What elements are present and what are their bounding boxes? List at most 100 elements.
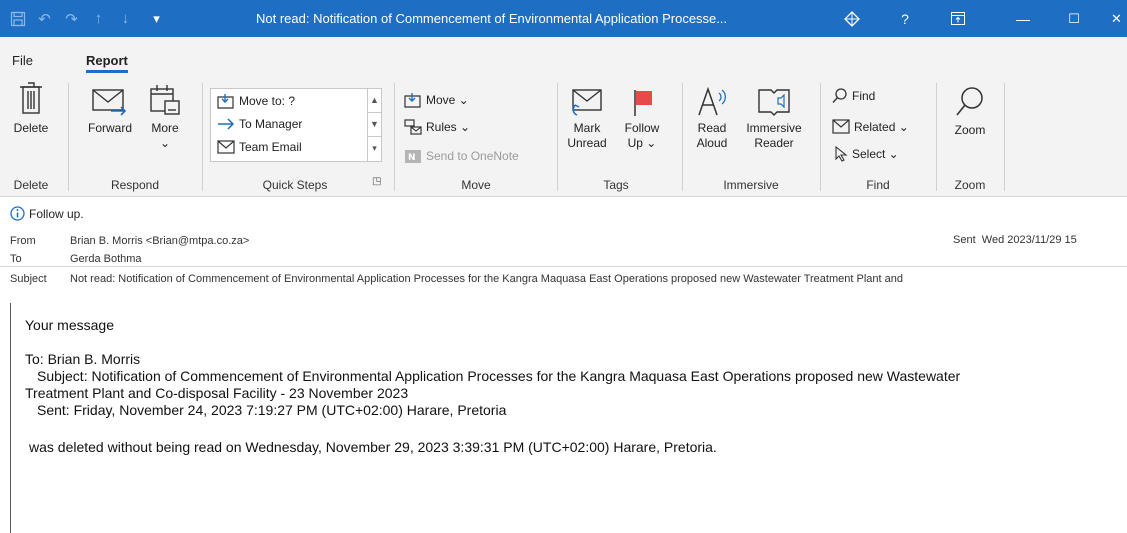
move-button[interactable]: Move ⌄ bbox=[404, 92, 469, 108]
subject-label: Subject bbox=[10, 273, 47, 285]
sent-date: Wed 2023/11/29 15 bbox=[981, 234, 1077, 246]
onenote-icon: N bbox=[405, 150, 421, 163]
more-label: More bbox=[151, 121, 179, 135]
quick-access-toolbar: ↶ ↷ ↑ ↓ ▾ bbox=[0, 0, 170, 37]
info-icon bbox=[10, 206, 25, 221]
group-label-zoom: Zoom bbox=[954, 178, 986, 192]
immersive-reader-button[interactable]: Immersive Reader bbox=[738, 85, 810, 151]
arrow-right-icon bbox=[218, 118, 235, 130]
redo-icon[interactable]: ↷ bbox=[58, 0, 85, 37]
body-intro: Your message bbox=[25, 317, 114, 333]
sent-label: Sent bbox=[953, 234, 976, 246]
trash-icon bbox=[20, 82, 42, 114]
more-respond-button[interactable]: More ⌄ bbox=[145, 83, 185, 151]
minimize-button[interactable]: — bbox=[1005, 0, 1041, 37]
group-label-tags: Tags bbox=[603, 178, 629, 192]
group-divider bbox=[682, 83, 683, 191]
related-mail-icon bbox=[832, 119, 850, 134]
window-title: Not read: Notification of Commencement o… bbox=[256, 11, 728, 26]
delete-label: Delete bbox=[13, 121, 49, 135]
rules-icon bbox=[404, 119, 422, 135]
subject: Not read: Notification of Commencement o… bbox=[70, 273, 903, 285]
move-folder-icon bbox=[217, 94, 234, 109]
body-deleted-notice: was deleted without being read on Wednes… bbox=[29, 439, 717, 455]
message-header: Follow up. From Brian B. Morris <Brian@mt… bbox=[0, 197, 1127, 267]
immersive-reader-icon bbox=[758, 89, 790, 116]
read-aloud-button[interactable]: Read Aloud bbox=[688, 85, 736, 151]
related-button[interactable]: Related ⌄ bbox=[832, 119, 909, 134]
help-button[interactable]: ? bbox=[893, 0, 917, 37]
mark-unread-icon bbox=[572, 89, 602, 116]
group-divider bbox=[820, 83, 821, 191]
sent-row: Sent Wed 2023/11/29 15 bbox=[953, 234, 1077, 246]
envelope-icon bbox=[217, 140, 235, 154]
flag-icon bbox=[634, 90, 652, 116]
forward-mail-icon bbox=[92, 89, 127, 116]
maximize-button[interactable]: ☐ bbox=[1056, 0, 1092, 37]
rules-button[interactable]: Rules ⌄ bbox=[404, 119, 470, 135]
send-to-onenote-button[interactable]: N Send to OneNote bbox=[404, 148, 519, 164]
title-bar: ↶ ↷ ↑ ↓ ▾ Not read: Notification of Comm… bbox=[0, 0, 1127, 37]
save-icon[interactable] bbox=[4, 0, 31, 37]
scroll-down-icon[interactable]: ▼ bbox=[368, 113, 381, 137]
more-caret-icon: ⌄ bbox=[159, 136, 171, 150]
quick-step-team-email[interactable]: Team Email bbox=[217, 140, 302, 154]
subject-row: Subject Not read: Notification of Commenc… bbox=[10, 273, 903, 285]
close-button[interactable]: ✕ bbox=[1106, 0, 1127, 37]
group-label-quick-steps: Quick Steps bbox=[262, 178, 328, 192]
group-label-delete: Delete bbox=[13, 178, 49, 192]
dialog-launcher-icon[interactable]: ◳ bbox=[372, 176, 381, 187]
ribbon-tabs: File Report bbox=[0, 37, 1127, 75]
quick-steps-gallery: Move to: ? To Manager Team Email ▲ ▼ ▾ bbox=[210, 88, 382, 162]
follow-up-infobar: Follow up. bbox=[10, 206, 84, 221]
to-label: To bbox=[10, 253, 22, 265]
forward-label: Forward bbox=[87, 121, 132, 135]
follow-up-button[interactable]: Follow Up ⌄ bbox=[617, 87, 667, 151]
message-body[interactable]: Your message To: Brian B. Morris Subject… bbox=[10, 303, 1127, 533]
group-label-immersive: Immersive bbox=[723, 178, 779, 192]
recipient[interactable]: Gerda Bothma bbox=[70, 253, 142, 265]
quick-step-to-manager[interactable]: To Manager bbox=[217, 117, 302, 131]
to-row: To Gerda Bothma bbox=[10, 253, 142, 265]
group-divider bbox=[394, 83, 395, 191]
select-button[interactable]: Select ⌄ bbox=[834, 146, 899, 162]
next-item-icon[interactable]: ↓ bbox=[112, 0, 139, 37]
ribbon: Delete Delete Forward More ⌄ Respond Mov… bbox=[0, 75, 1127, 197]
body-subject-1: Subject: Notification of Commencement of… bbox=[37, 368, 961, 384]
search-icon bbox=[832, 88, 847, 103]
group-divider bbox=[202, 83, 203, 191]
body-to: To: Brian B. Morris bbox=[25, 351, 141, 367]
forward-button[interactable]: Forward bbox=[80, 87, 140, 136]
customize-toolbar-icon[interactable]: ▾ bbox=[143, 0, 170, 37]
body-subject-2: Treatment Plant and Co-disposal Facility… bbox=[25, 385, 409, 401]
from-row: From Brian B. Morris <Brian@mtpa.co.za> bbox=[0, 235, 249, 247]
zoom-icon bbox=[956, 87, 983, 116]
body-sent: Sent: Friday, November 24, 2023 7:19:27 … bbox=[37, 402, 507, 418]
expand-gallery-icon[interactable]: ▾ bbox=[368, 137, 381, 161]
delete-button[interactable]: Delete bbox=[6, 81, 56, 136]
quick-steps-scrollbar[interactable]: ▲ ▼ ▾ bbox=[367, 89, 381, 161]
calendar-more-icon bbox=[150, 85, 180, 115]
read-aloud-icon bbox=[698, 86, 726, 116]
scroll-up-icon[interactable]: ▲ bbox=[368, 89, 381, 113]
group-divider bbox=[936, 83, 937, 191]
cursor-icon bbox=[835, 146, 848, 162]
ribbon-display-options-icon[interactable] bbox=[944, 0, 972, 37]
diamond-icon[interactable] bbox=[838, 0, 866, 37]
group-label-move: Move bbox=[461, 178, 491, 192]
group-label-find: Find bbox=[866, 178, 890, 192]
previous-item-icon[interactable]: ↑ bbox=[85, 0, 112, 37]
svg-text:N: N bbox=[408, 153, 416, 163]
tab-report[interactable]: Report bbox=[86, 53, 128, 73]
quick-step-move-to[interactable]: Move to: ? bbox=[217, 93, 295, 109]
tab-file[interactable]: File bbox=[12, 53, 33, 68]
zoom-button[interactable]: Zoom bbox=[946, 85, 994, 138]
undo-icon[interactable]: ↶ bbox=[31, 0, 58, 37]
group-divider bbox=[68, 83, 69, 191]
sender[interactable]: Brian B. Morris <Brian@mtpa.co.za> bbox=[70, 235, 249, 247]
move-folder-icon bbox=[404, 93, 421, 108]
from-label: From bbox=[10, 235, 36, 247]
group-divider bbox=[1004, 83, 1005, 191]
find-button[interactable]: Find bbox=[832, 88, 875, 104]
mark-unread-button[interactable]: Mark Unread bbox=[562, 87, 612, 151]
